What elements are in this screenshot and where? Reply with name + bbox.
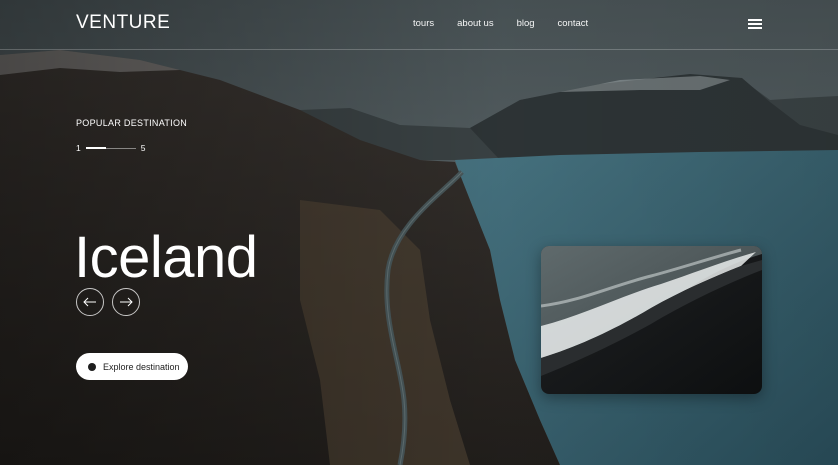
dot-icon: [88, 362, 96, 371]
nav-link-tours[interactable]: tours: [413, 18, 434, 29]
hamburger-menu-icon[interactable]: [748, 19, 762, 29]
slide-pager: 1 5: [76, 143, 145, 153]
pager-total: 5: [140, 143, 146, 153]
explore-destination-label: Explore destination: [103, 361, 180, 372]
destination-title: Iceland: [74, 224, 258, 290]
site-header: VENTURE tours about us blog contact: [0, 0, 838, 50]
pager-progress-track: [85, 147, 136, 149]
next-slide-button[interactable]: [112, 288, 140, 316]
prev-slide-button[interactable]: [76, 288, 104, 316]
nav-link-blog[interactable]: blog: [517, 18, 535, 29]
nav-link-about-us[interactable]: about us: [457, 18, 493, 29]
beach-waves-image: [541, 246, 762, 394]
site-logo[interactable]: VENTURE: [76, 12, 170, 34]
destination-preview-image[interactable]: [541, 246, 762, 394]
nav-link-contact[interactable]: contact: [558, 18, 589, 29]
pager-current: 1: [76, 143, 81, 153]
pager-progress-fill: [85, 147, 106, 149]
arrow-left-icon: [83, 297, 96, 307]
main-nav: tours about us blog contact: [413, 18, 611, 29]
arrow-right-icon: [120, 297, 133, 307]
section-eyebrow: POPULAR DESTINATION: [76, 118, 188, 128]
explore-destination-button[interactable]: Explore destination: [76, 353, 188, 380]
